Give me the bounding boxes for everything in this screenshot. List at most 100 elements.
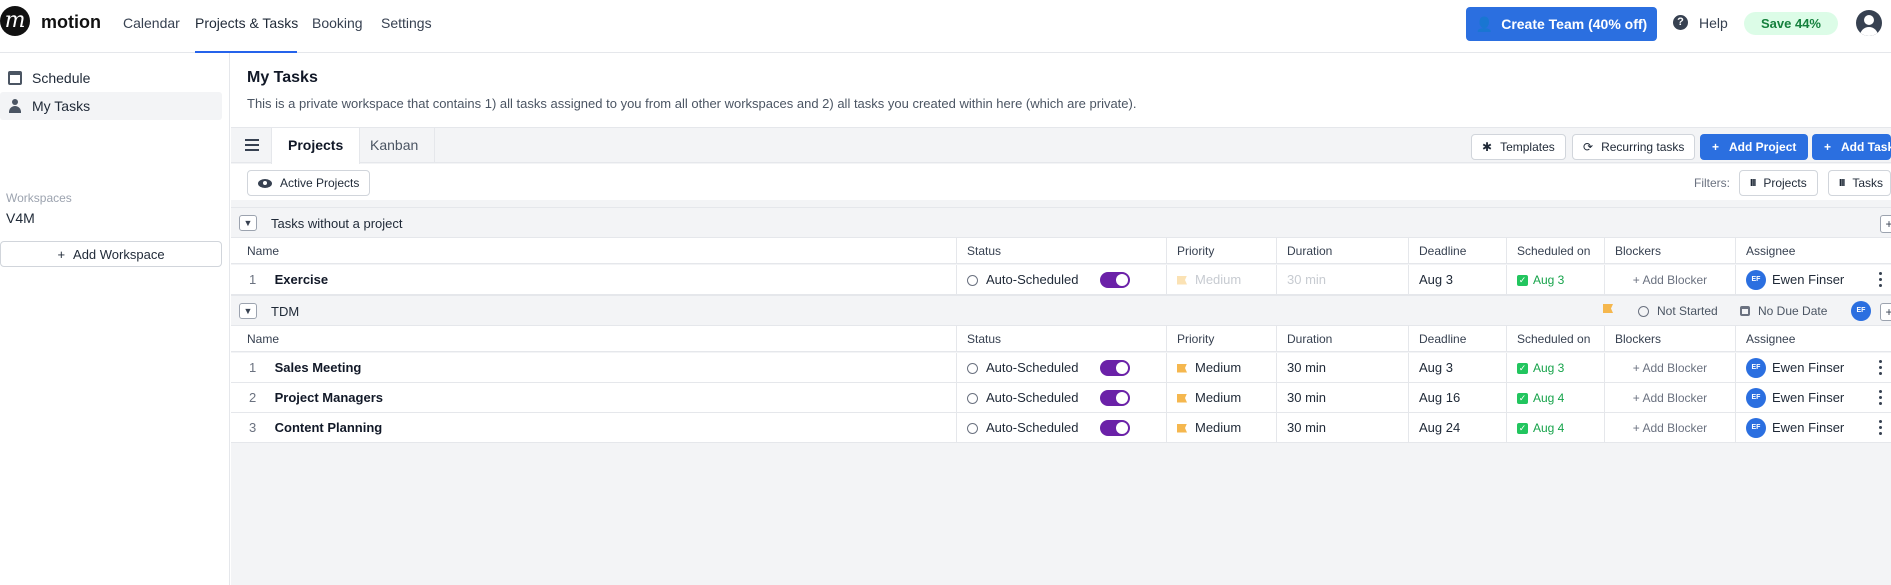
active-projects-filter[interactable]: Active Projects [247,170,371,196]
nav-calendar[interactable]: Calendar [123,15,180,31]
task-name-cell[interactable]: 1 Sales Meeting [231,353,956,383]
add-blocker-link[interactable]: + Add Blocker [1633,391,1707,405]
task-name[interactable]: Content Planning [275,420,383,435]
filter-tasks-button[interactable]: III Tasks [1828,170,1891,196]
column-header-deadline[interactable]: Deadline [1408,238,1506,264]
column-header-blockers[interactable]: Blockers [1604,238,1735,264]
add-blocker-link[interactable]: + Add Blocker [1633,361,1707,375]
column-header-blockers[interactable]: Blockers [1604,326,1735,352]
deadline-cell[interactable]: Aug 24 [1408,413,1506,443]
sidebar-item-my-tasks[interactable]: My Tasks [0,92,222,120]
auto-schedule-toggle[interactable] [1100,390,1130,406]
column-header-priority[interactable]: Priority [1166,238,1276,264]
tab-kanban[interactable]: Kanban [354,128,436,163]
column-header-deadline[interactable]: Deadline [1408,326,1506,352]
assignee-cell[interactable]: EF Ewen Finser [1735,353,1875,383]
chevron-down-icon[interactable]: ▼ [239,303,257,319]
table-row[interactable]: 3 Content Planning Auto-Scheduled Medium… [231,413,1891,443]
group-owner[interactable]: EF [1851,301,1871,321]
priority-cell[interactable]: Medium [1166,265,1276,295]
priority-cell[interactable]: Medium [1166,413,1276,443]
nav-booking[interactable]: Booking [312,15,363,31]
scheduled-cell[interactable]: ✓ Aug 4 [1506,383,1604,413]
task-name-cell[interactable]: 3 Content Planning [231,413,956,443]
task-name[interactable]: Sales Meeting [275,360,362,375]
task-name-cell[interactable]: 1 Exercise [231,265,956,295]
column-header-duration[interactable]: Duration [1276,238,1408,264]
tab-projects[interactable]: Projects [271,128,361,164]
menu-icon[interactable] [245,139,259,151]
duration-cell[interactable]: 30 min [1276,383,1408,413]
help-link[interactable]: Help [1699,15,1728,31]
table-row[interactable]: 1 Exercise Auto-Scheduled Medium 30 min … [231,265,1891,295]
save-discount-badge[interactable]: Save 44% [1744,12,1838,35]
blockers-cell[interactable]: + Add Blocker [1604,413,1735,443]
motion-logo-icon[interactable]: m [0,6,30,36]
task-name[interactable]: Exercise [275,272,329,287]
group-priority[interactable] [1603,304,1613,313]
blockers-cell[interactable]: + Add Blocker [1604,353,1735,383]
add-blocker-link[interactable]: + Add Blocker [1633,273,1707,287]
auto-schedule-toggle[interactable] [1100,420,1130,436]
column-header-scheduled[interactable]: Scheduled on [1506,238,1604,264]
group-status[interactable]: Not Started [1638,304,1718,318]
sidebar-item-schedule[interactable]: Schedule [0,64,222,92]
chevron-down-icon[interactable]: ▼ [239,215,257,231]
assignee-cell[interactable]: EF Ewen Finser [1735,413,1875,443]
add-task-in-group-icon[interactable]: + [1880,215,1891,233]
scheduled-cell[interactable]: ✓ Aug 3 [1506,353,1604,383]
duration-cell[interactable]: 30 min [1276,353,1408,383]
blockers-cell[interactable]: + Add Blocker [1604,383,1735,413]
assignee-cell[interactable]: EF Ewen Finser [1735,265,1875,295]
nav-projects-tasks[interactable]: Projects & Tasks [195,15,298,31]
column-header-name[interactable]: Name [231,238,956,264]
task-name[interactable]: Project Managers [275,390,383,405]
row-more-icon[interactable] [1879,360,1883,376]
column-header-assignee[interactable]: Assignee [1735,326,1891,352]
blockers-cell[interactable]: + Add Blocker [1604,265,1735,295]
filter-projects-button[interactable]: III Projects [1739,170,1818,196]
column-header-priority[interactable]: Priority [1166,326,1276,352]
workspace-item-v4m[interactable]: V4M [6,210,35,226]
column-header-status[interactable]: Status [956,238,1166,264]
status-cell[interactable]: Auto-Scheduled [956,413,1166,443]
create-team-button[interactable]: 👤 Create Team (40% off) [1466,7,1657,41]
status-cell[interactable]: Auto-Scheduled [956,265,1166,295]
auto-schedule-toggle[interactable] [1100,360,1130,376]
priority-cell[interactable]: Medium [1166,353,1276,383]
help-icon[interactable]: ? [1673,15,1688,30]
column-header-scheduled[interactable]: Scheduled on [1506,326,1604,352]
column-header-assignee[interactable]: Assignee [1735,238,1891,264]
deadline-cell[interactable]: Aug 3 [1408,353,1506,383]
table-row[interactable]: 1 Sales Meeting Auto-Scheduled Medium 30… [231,353,1891,383]
row-more-icon[interactable] [1879,420,1883,436]
priority-cell[interactable]: Medium [1166,383,1276,413]
row-more-icon[interactable] [1879,272,1883,288]
auto-schedule-toggle[interactable] [1100,272,1130,288]
table-row[interactable]: 2 Project Managers Auto-Scheduled Medium… [231,383,1891,413]
assignee-cell[interactable]: EF Ewen Finser [1735,383,1875,413]
column-header-status[interactable]: Status [956,326,1166,352]
deadline-cell[interactable]: Aug 16 [1408,383,1506,413]
column-header-name[interactable]: Name [231,326,956,352]
scheduled-cell[interactable]: ✓ Aug 3 [1506,265,1604,295]
deadline-cell[interactable]: Aug 3 [1408,265,1506,295]
status-cell[interactable]: Auto-Scheduled [956,353,1166,383]
account-avatar-icon[interactable] [1856,10,1882,36]
templates-button[interactable]: ✱ Templates [1471,134,1566,160]
group-due-date[interactable]: No Due Date [1740,304,1827,318]
duration-cell[interactable]: 30 min [1276,413,1408,443]
add-blocker-link[interactable]: + Add Blocker [1633,421,1707,435]
status-cell[interactable]: Auto-Scheduled [956,383,1166,413]
row-more-icon[interactable] [1879,390,1883,406]
add-task-button[interactable]: + Add Task [1812,134,1891,160]
column-header-duration[interactable]: Duration [1276,326,1408,352]
nav-settings[interactable]: Settings [381,15,432,31]
add-workspace-button[interactable]: + Add Workspace [0,241,222,267]
add-project-button[interactable]: + Add Project [1700,134,1809,160]
task-name-cell[interactable]: 2 Project Managers [231,383,956,413]
scheduled-cell[interactable]: ✓ Aug 4 [1506,413,1604,443]
duration-cell[interactable]: 30 min [1276,265,1408,295]
recurring-tasks-button[interactable]: ⟳ Recurring tasks [1572,134,1696,160]
add-task-in-group-icon[interactable]: + [1880,303,1891,321]
